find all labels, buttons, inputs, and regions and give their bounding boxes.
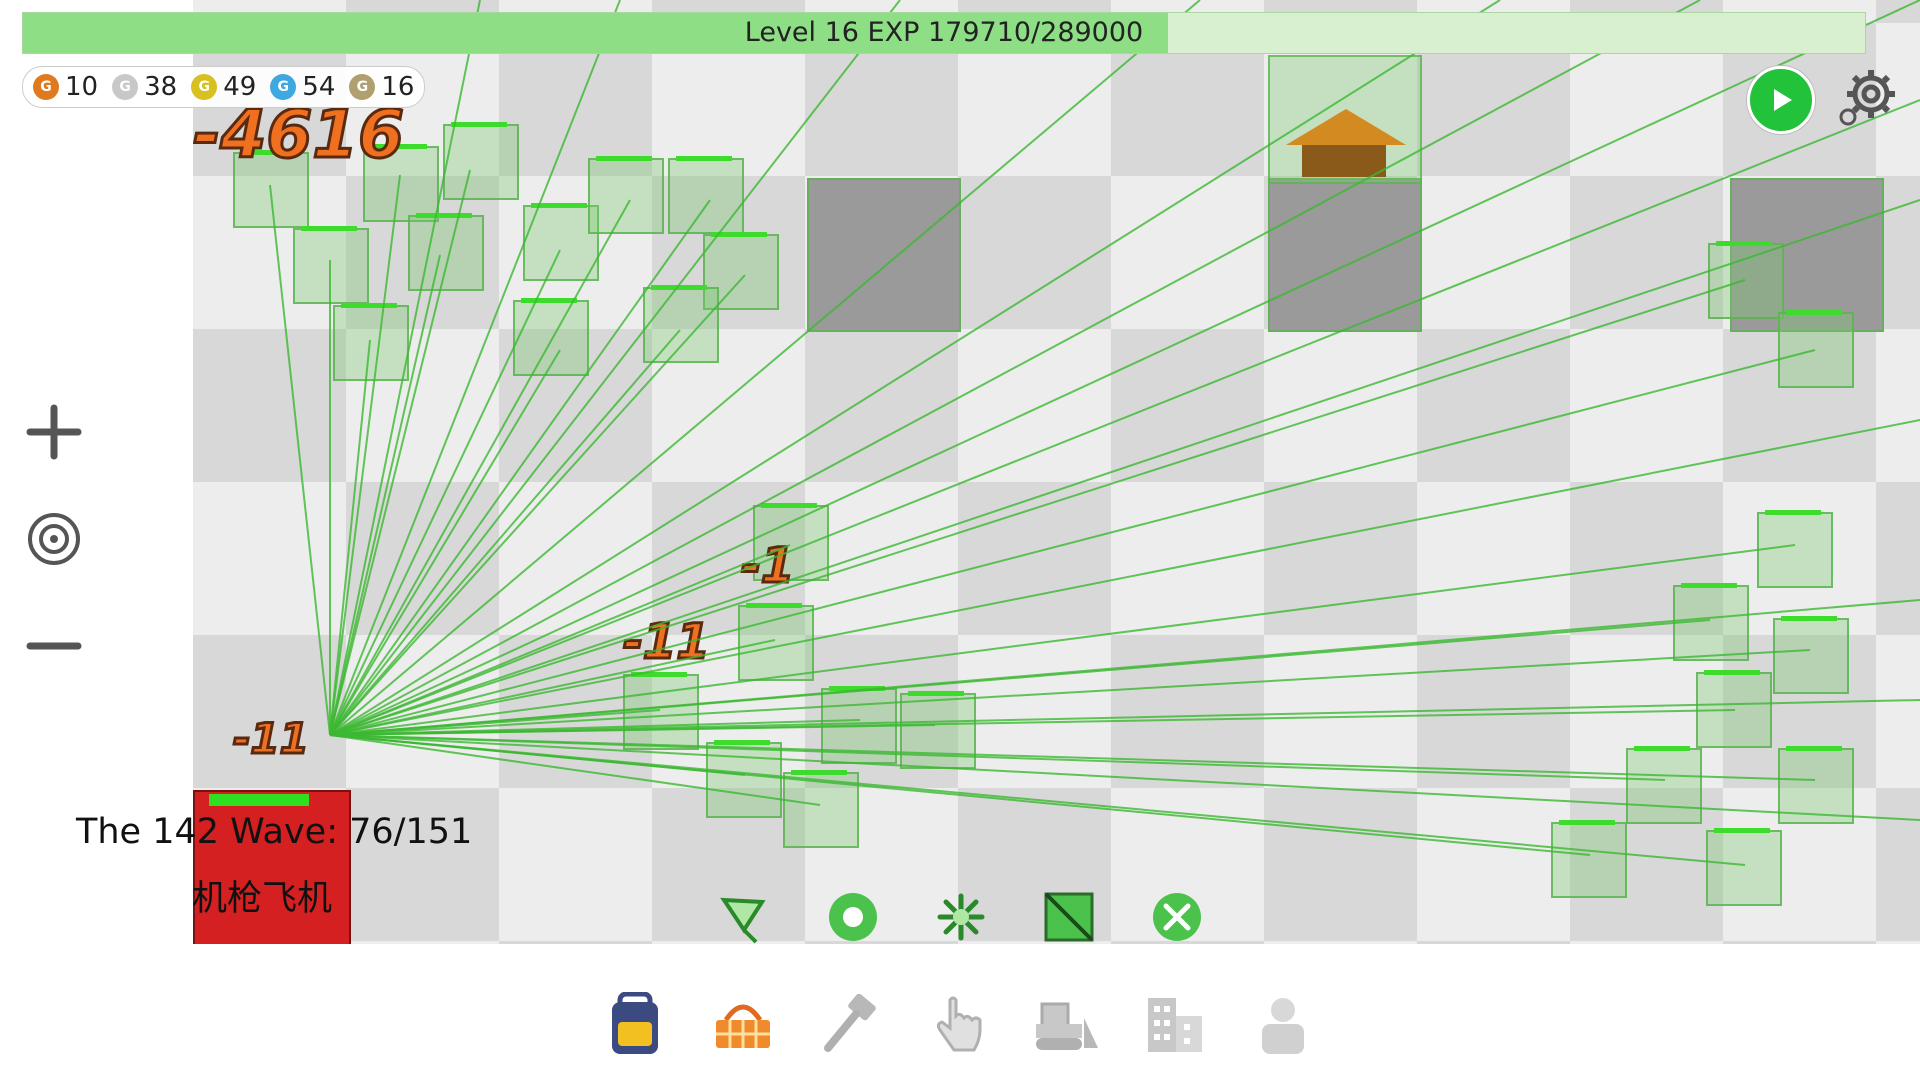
bronze-coin-icon: G (33, 74, 59, 100)
exp-text: Level 16 EXP 179710/289000 (744, 17, 1144, 48)
archer-tower[interactable] (333, 303, 409, 381)
olive-coin-icon: G (349, 74, 376, 100)
archer-tower[interactable] (408, 213, 484, 291)
archer-tower[interactable] (588, 156, 664, 234)
cancel-tool-icon (1153, 893, 1201, 941)
select-tool-icon (720, 897, 766, 944)
archer-tower[interactable] (293, 226, 369, 304)
building-block (807, 178, 961, 332)
profile-icon (1262, 998, 1304, 1054)
resource-blue: G 54 (270, 72, 335, 102)
resource-value: 49 (223, 72, 257, 102)
circle-tool-icon (829, 893, 877, 941)
cancel-tool[interactable] (1148, 888, 1206, 946)
archer-tower[interactable] (1551, 820, 1627, 898)
resource-value: 38 (144, 72, 178, 102)
scatter-tool[interactable] (932, 888, 990, 946)
nav-interact[interactable] (924, 990, 994, 1060)
square-tool-icon (1044, 892, 1094, 942)
archer-tower[interactable] (900, 691, 976, 769)
archer-tower[interactable] (706, 740, 782, 818)
archer-tower[interactable] (1757, 510, 1833, 588)
game-board[interactable]: -4616 -1 -11 -11 (193, 0, 1920, 944)
enemy-hp-bar (209, 794, 309, 806)
house-building[interactable] (1268, 55, 1422, 184)
resource-silver: G 38 (112, 72, 177, 102)
archer-tower[interactable] (1778, 746, 1854, 824)
archer-tower[interactable] (1778, 310, 1854, 388)
archer-tower[interactable] (668, 156, 744, 234)
silver-coin-icon: G (112, 74, 139, 100)
shop-basket-icon (716, 1004, 770, 1048)
building-block (1268, 178, 1422, 332)
buildings-icon (1148, 998, 1202, 1052)
hammer-icon (824, 994, 876, 1052)
damage-number: -11 (622, 613, 712, 672)
plus-icon (26, 404, 82, 460)
house-roof (1286, 109, 1406, 145)
archer-tower[interactable] (443, 122, 519, 200)
resource-value: 54 (302, 72, 336, 102)
nav-build[interactable] (816, 990, 886, 1060)
hand-pointer-icon (936, 996, 982, 1052)
backpack-icon (612, 992, 658, 1054)
gear-icon (1839, 70, 1895, 126)
nav-bulldozer[interactable] (1032, 990, 1102, 1060)
target-icon (28, 513, 80, 565)
archer-tower[interactable] (738, 603, 814, 681)
zoom-out-button[interactable] (22, 614, 86, 678)
resource-bar: G 10 G 38 G 49 G 54 G 16 (22, 66, 426, 108)
archer-tower[interactable] (1773, 616, 1849, 694)
enemy-name: 机枪飞机 (192, 879, 333, 919)
resource-bronze: G 10 (33, 72, 98, 102)
gold-coin-icon: G (191, 74, 218, 100)
wave-label: The 142 Wave: 76/151 (76, 812, 473, 852)
archer-tower[interactable] (821, 686, 897, 764)
nav-buildings[interactable] (1140, 990, 1210, 1060)
archer-tower[interactable] (1673, 583, 1749, 661)
play-icon (1774, 89, 1792, 111)
archer-tower[interactable] (513, 298, 589, 376)
resource-value: 16 (381, 72, 415, 102)
archer-tower[interactable] (1626, 746, 1702, 824)
archer-tower[interactable] (1706, 828, 1782, 906)
resource-value: 10 (65, 72, 99, 102)
resource-gold: G 49 (191, 72, 256, 102)
archer-tower[interactable] (643, 285, 719, 363)
nav-shop[interactable] (708, 990, 778, 1060)
blue-coin-icon: G (270, 74, 297, 100)
square-tool[interactable] (1040, 888, 1098, 946)
damage-number: -11 (232, 713, 311, 765)
resource-olive: G 16 (349, 72, 414, 102)
zoom-in-button[interactable] (22, 400, 86, 464)
house-wall (1302, 145, 1386, 177)
nav-backpack[interactable] (600, 990, 670, 1060)
scatter-tool-icon (937, 893, 985, 941)
minus-icon (26, 642, 82, 650)
archer-tower[interactable] (1708, 241, 1784, 319)
nav-profile[interactable] (1248, 990, 1318, 1060)
archer-tower[interactable] (1696, 670, 1772, 748)
select-tool[interactable] (716, 888, 774, 946)
damage-number: -1 (739, 537, 795, 596)
archer-tower[interactable] (623, 672, 699, 750)
archer-tower[interactable] (783, 770, 859, 848)
bulldozer-icon (1036, 1002, 1098, 1050)
settings-button[interactable] (1833, 62, 1903, 132)
circle-tool[interactable] (824, 888, 882, 946)
play-button[interactable] (1747, 66, 1815, 134)
center-view-button[interactable] (22, 507, 86, 571)
exp-bar: Level 16 EXP 179710/289000 (22, 12, 1866, 54)
